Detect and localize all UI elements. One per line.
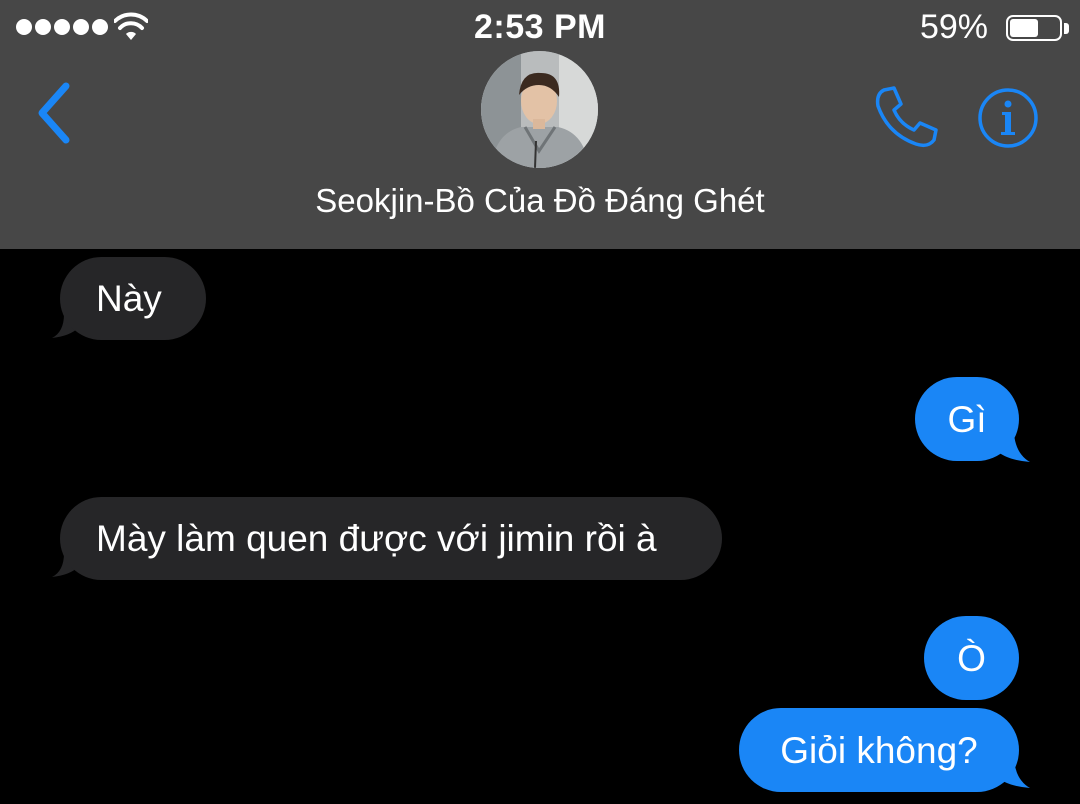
info-button[interactable] [976,86,1040,150]
message-bubble-incoming[interactable]: Này [60,257,206,340]
info-icon [978,88,1038,148]
message-text: Giỏi không? [780,729,978,771]
status-bar: 2:53 PM 59% [0,0,1080,56]
status-time: 2:53 PM [474,8,606,46]
battery-fill [1010,19,1039,37]
message-text: Này [96,278,162,319]
battery-icon [1006,15,1062,41]
message-bubble-incoming[interactable]: Mày làm quen được với jimin rồi à [60,497,722,580]
avatar-photo [481,51,598,168]
message-bubble-outgoing[interactable]: Gì [915,377,1019,461]
call-button[interactable] [870,82,940,152]
battery-percent: 59% [919,8,988,46]
back-chevron-icon [38,82,70,144]
messages-screen: 2:53 PM 59% Seokjin-Bồ Của Đồ Đáng Ghét … [0,0,1080,804]
message-bubble-outgoing[interactable]: Giỏi không? [739,708,1019,792]
message-text: Ò [957,637,986,679]
contact-avatar[interactable] [481,51,598,168]
contact-name[interactable]: Seokjin-Bồ Của Đồ Đáng Ghét [0,182,1080,220]
back-button[interactable] [30,80,86,146]
conversation-header: 2:53 PM 59% Seokjin-Bồ Của Đồ Đáng Ghét [0,0,1080,249]
message-text: Mày làm quen được với jimin rồi à [96,518,657,559]
message-bubble-outgoing[interactable]: Ò [924,616,1019,700]
battery-cap [1064,23,1069,34]
message-text: Gì [947,398,987,440]
phone-icon [875,86,938,148]
